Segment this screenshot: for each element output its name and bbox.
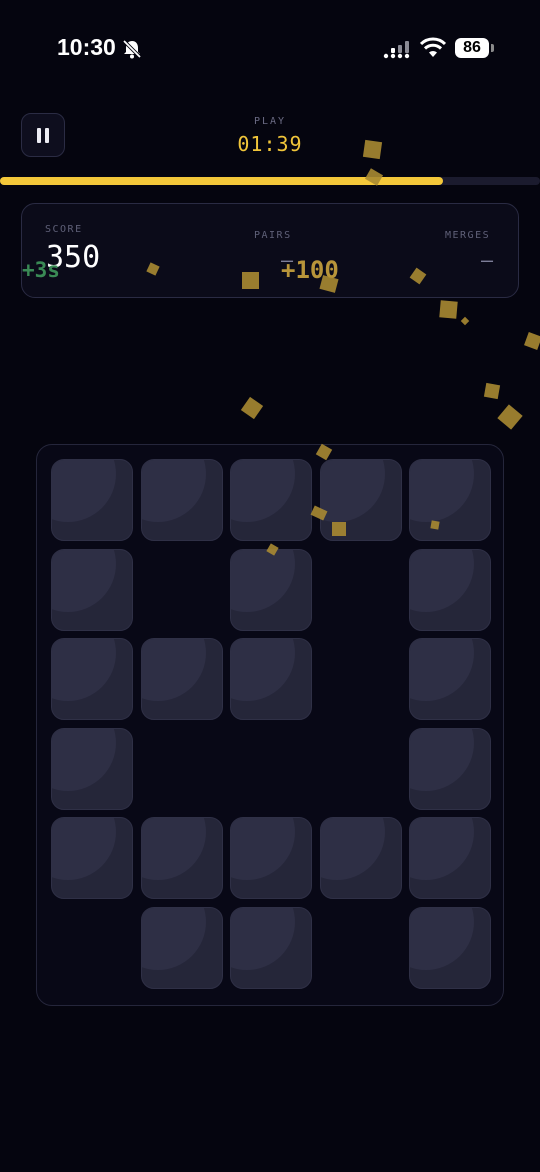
- confetti-piece: [240, 396, 264, 420]
- tile-shine: [320, 818, 385, 880]
- tile-shine: [52, 639, 116, 701]
- merges-label: MERGES: [445, 230, 491, 241]
- board-tile[interactable]: [230, 817, 312, 899]
- battery-tip: [491, 44, 494, 52]
- tile-shine: [410, 728, 474, 791]
- tile-shine: [410, 639, 474, 701]
- confetti-piece: [362, 139, 383, 160]
- tile-shine: [52, 818, 116, 880]
- tile-shine: [141, 639, 206, 701]
- board-tile[interactable]: [230, 638, 312, 720]
- confetti-piece: [497, 404, 523, 430]
- status-time: 10:30: [57, 34, 116, 60]
- board-tile[interactable]: [409, 727, 491, 810]
- tile-shine: [231, 460, 295, 522]
- wifi-icon: [420, 37, 446, 57]
- tile-shine: [320, 460, 385, 522]
- tile-shine: [231, 907, 295, 970]
- battery-icon: 86: [455, 38, 489, 58]
- board-tile[interactable]: [319, 817, 402, 899]
- game-screen: 10:30 86 PLAY 01:39 SCORE 350 PAIRS — ME…: [0, 0, 540, 1172]
- board-tile[interactable]: [51, 548, 133, 631]
- confetti-piece: [483, 382, 501, 400]
- tile-shine: [410, 460, 474, 522]
- confetti-piece: [332, 522, 346, 536]
- board-tile[interactable]: [51, 459, 133, 541]
- tile-shine: [52, 460, 116, 522]
- tile-shine: [410, 818, 474, 880]
- tile-shine: [231, 639, 295, 701]
- score-label: SCORE: [45, 224, 83, 235]
- countdown-timer: 01:39: [237, 132, 303, 156]
- tile-shine: [141, 907, 206, 970]
- pairs-label: PAIRS: [254, 230, 292, 241]
- board-tile[interactable]: [409, 638, 491, 720]
- confetti-piece: [430, 520, 440, 530]
- board-tile[interactable]: [409, 817, 491, 899]
- mode-label: PLAY: [253, 116, 287, 127]
- board-tile[interactable]: [230, 548, 312, 631]
- board-tile[interactable]: [409, 548, 491, 631]
- board-tile[interactable]: [140, 906, 223, 989]
- tile-shine: [52, 728, 116, 791]
- bell-off-icon: [122, 39, 142, 59]
- board-tile[interactable]: [140, 459, 223, 541]
- board-tile[interactable]: [230, 906, 312, 989]
- confetti-piece: [524, 332, 540, 350]
- merges-value: —: [481, 248, 494, 272]
- tile-shine: [141, 818, 206, 880]
- confetti-piece: [460, 316, 470, 326]
- tile-shine: [410, 549, 474, 612]
- board-tile[interactable]: [140, 638, 223, 720]
- tile-shine: [52, 549, 116, 612]
- tile-shine: [141, 460, 206, 522]
- board-tile[interactable]: [409, 906, 491, 989]
- board-tile[interactable]: [409, 459, 491, 541]
- signal-icon: [383, 41, 410, 59]
- time-bonus-popup: +3s: [22, 258, 60, 282]
- time-progress-bar: [0, 177, 540, 185]
- confetti-piece: [242, 272, 259, 289]
- board-tile[interactable]: [51, 727, 133, 810]
- board-tile[interactable]: [140, 817, 223, 899]
- tile-shine: [410, 907, 474, 970]
- tile-shine: [231, 549, 295, 612]
- tile-shine: [231, 818, 295, 880]
- stats-panel: SCORE 350 PAIRS — MERGES —: [21, 203, 519, 298]
- board-tile[interactable]: [230, 459, 312, 541]
- board-tile[interactable]: [51, 817, 133, 899]
- confetti-piece: [439, 300, 458, 319]
- board-tile[interactable]: [51, 638, 133, 720]
